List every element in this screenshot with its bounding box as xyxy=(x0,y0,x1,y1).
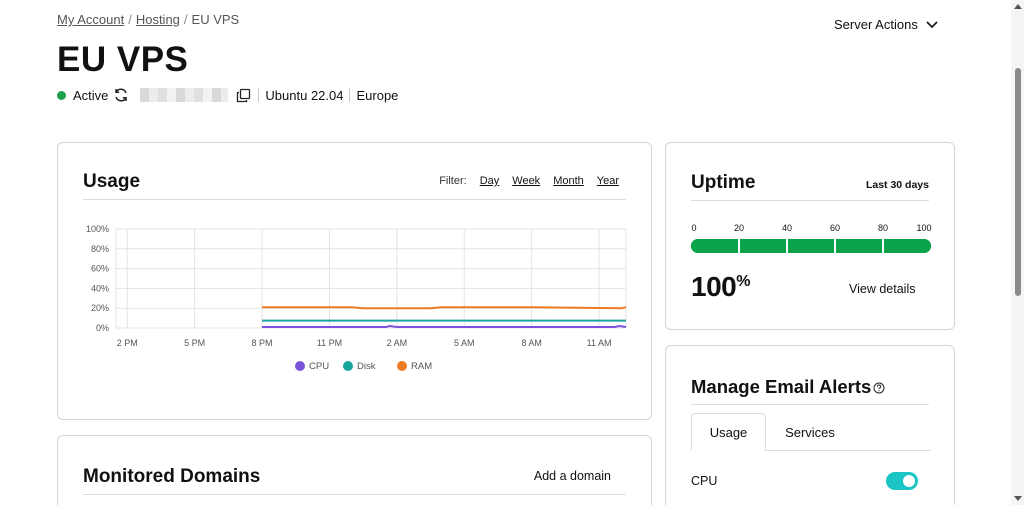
uptime-card: Uptime Last 30 days 0 20 40 60 80 100 100% Vi… xyxy=(665,142,955,330)
legend-label-cpu: CPU xyxy=(309,361,329,372)
uptime-scale-label: 40 xyxy=(781,223,793,233)
copy-icon[interactable] xyxy=(234,86,252,104)
monitored-domains-card: Monitored Domains Add a domain xyxy=(57,435,652,505)
legend-marker-disk xyxy=(343,361,353,371)
x-tick-label: 2 AM xyxy=(387,338,408,348)
x-tick-label: 8 AM xyxy=(521,338,542,348)
refresh-icon[interactable] xyxy=(112,86,130,104)
alert-row-label: CPU xyxy=(691,474,718,488)
uptime-title: Uptime xyxy=(691,172,756,193)
server-actions-label: Server Actions xyxy=(834,17,918,32)
uptime-scale-label: 80 xyxy=(877,223,889,233)
email-alerts-card: Manage Email Alerts Usage Services CPU xyxy=(665,345,955,505)
region-label: Europe xyxy=(356,87,399,103)
divider xyxy=(691,200,929,201)
os-label: Ubuntu 22.04 xyxy=(265,87,344,103)
uptime-bar xyxy=(691,239,931,253)
email-alerts-title: Manage Email Alerts xyxy=(691,376,885,399)
uptime-bar-tick xyxy=(738,239,740,253)
monitored-domains-title: Monitored Domains xyxy=(83,466,261,487)
add-domain-button[interactable]: Add a domain xyxy=(534,469,611,483)
x-tick-label: 2 PM xyxy=(117,338,138,348)
filter-day[interactable]: Day xyxy=(480,175,500,187)
y-tick-label: 100% xyxy=(86,224,109,234)
x-tick-label: 5 PM xyxy=(184,338,205,348)
legend-label-disk: Disk xyxy=(357,361,376,372)
filter-label: Filter: xyxy=(439,175,467,187)
usage-title: Usage xyxy=(83,171,141,192)
y-tick-label: 20% xyxy=(91,303,109,313)
uptime-percentage: 100% xyxy=(691,271,750,303)
uptime-bar-fill xyxy=(691,239,931,253)
ip-address-redacted xyxy=(140,88,229,102)
toggle-knob xyxy=(903,475,915,487)
filter-year[interactable]: Year xyxy=(597,175,619,187)
cpu-alert-toggle[interactable] xyxy=(886,472,918,490)
breadcrumb-current: EU VPS xyxy=(191,12,240,27)
alert-row-cpu: CPU xyxy=(691,472,918,490)
divider xyxy=(83,199,626,200)
vps-dashboard-page: My Account / Hosting / EU VPS Server Actions… xyxy=(0,0,1024,505)
scroll-thumb[interactable] xyxy=(1015,68,1021,296)
tab-usage[interactable]: Usage xyxy=(691,413,766,451)
breadcrumb-hosting[interactable]: Hosting xyxy=(136,12,180,27)
email-alerts-title-text: Manage Email Alerts xyxy=(691,376,872,397)
breadcrumb: My Account / Hosting / EU VPS xyxy=(57,12,239,27)
breadcrumb-separator: / xyxy=(128,12,132,27)
legend-marker-cpu xyxy=(295,361,305,371)
divider xyxy=(258,88,260,102)
page-title: EU VPS xyxy=(57,40,189,79)
breadcrumb-separator: / xyxy=(183,12,188,27)
legend-label-ram: RAM xyxy=(411,361,432,372)
uptime-period: Last 30 days xyxy=(865,179,929,191)
breadcrumb-my-account[interactable]: My Account xyxy=(57,12,124,27)
uptime-unit: % xyxy=(736,273,750,290)
filter-week[interactable]: Week xyxy=(512,175,540,187)
scroll-up-arrow-icon[interactable] xyxy=(1014,4,1022,9)
uptime-bar-tick xyxy=(882,239,884,253)
view-details-link[interactable]: View details xyxy=(849,282,915,296)
status-dot xyxy=(57,90,66,100)
server-actions-dropdown[interactable]: Server Actions xyxy=(834,17,938,32)
y-tick-label: 60% xyxy=(91,264,109,274)
usage-card: Usage Filter: Day Week Month Year 0% 20% 4… xyxy=(57,142,652,420)
uptime-scale-label: 20 xyxy=(733,223,745,233)
uptime-scale-label: 0 xyxy=(691,223,697,233)
x-tick-label: 11 PM xyxy=(317,338,342,348)
uptime-value: 100 xyxy=(691,271,737,302)
divider xyxy=(349,88,351,102)
y-tick-label: 40% xyxy=(91,283,109,293)
page-scrollbar[interactable] xyxy=(1011,0,1024,505)
chevron-down-icon xyxy=(926,17,938,32)
x-tick-label: 8 PM xyxy=(252,338,273,348)
status-text: Active xyxy=(73,87,109,103)
uptime-scale-label: 100 xyxy=(916,223,932,233)
help-icon[interactable] xyxy=(873,377,885,399)
series-line-ram xyxy=(262,306,627,310)
usage-line-chart: 0% 20% 40% 60% 80% 100% 2 PM 5 PM 8 PM 11 PM 2 AM 5… xyxy=(86,224,627,372)
scroll-down-arrow-icon[interactable] xyxy=(1014,496,1022,501)
y-tick-label: 0% xyxy=(96,323,109,333)
legend-marker-ram xyxy=(397,361,407,371)
divider xyxy=(691,404,929,405)
server-status-row: Active Ubuntu 22.04 Europe xyxy=(57,86,398,104)
uptime-bar-tick xyxy=(834,239,836,253)
uptime-scale-label: 60 xyxy=(829,223,841,233)
divider xyxy=(83,494,626,495)
tab-services[interactable]: Services xyxy=(766,413,854,451)
uptime-bar-tick xyxy=(786,239,788,253)
x-tick-label: 5 AM xyxy=(454,338,475,348)
y-tick-label: 80% xyxy=(91,244,109,254)
filter-month[interactable]: Month xyxy=(553,175,584,187)
x-tick-label: 11 AM xyxy=(587,338,612,348)
uptime-scale: 0 20 40 60 80 100 xyxy=(691,223,931,235)
usage-filter: Filter: Day Week Month Year xyxy=(439,175,619,187)
series-line-cpu xyxy=(262,324,627,328)
alert-tabs: Usage Services xyxy=(691,413,931,451)
